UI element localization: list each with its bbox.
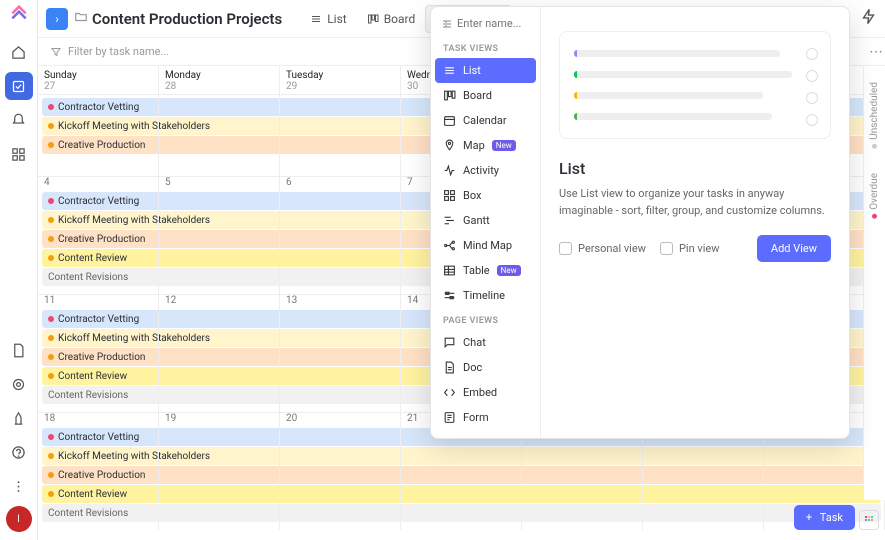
- side-tab-unscheduled[interactable]: Unscheduled: [869, 82, 880, 149]
- view-option-map[interactable]: MapNew: [435, 133, 536, 158]
- preview-title: List: [559, 159, 831, 178]
- view-option-calendar[interactable]: Calendar: [435, 108, 536, 133]
- help-icon[interactable]: [5, 438, 33, 466]
- new-task-button[interactable]: + Task: [794, 505, 855, 530]
- goals-icon[interactable]: [5, 404, 33, 432]
- pulse-icon[interactable]: [5, 370, 33, 398]
- left-rail: I: [0, 0, 38, 540]
- more-icon[interactable]: [5, 472, 33, 500]
- section-page-views: PAGE VIEWS: [435, 310, 536, 328]
- view-option-box[interactable]: Box: [435, 183, 536, 208]
- notifications-icon[interactable]: [5, 106, 33, 134]
- pin-view-checkbox[interactable]: Pin view: [660, 242, 720, 255]
- view-search-input[interactable]: [457, 17, 530, 30]
- day-header: Sunday27: [38, 66, 159, 94]
- view-option-list[interactable]: List: [435, 58, 536, 83]
- day-header: Tuesday29: [280, 66, 401, 94]
- view-options-icon[interactable]: ⋯: [869, 44, 883, 60]
- sidebar-toggle[interactable]: ›: [46, 8, 68, 30]
- view-option-doc[interactable]: Doc: [435, 355, 536, 380]
- filter-placeholder: Filter by task name...: [68, 45, 169, 58]
- side-tabs: Unscheduled Overdue: [863, 66, 885, 500]
- dashboards-icon[interactable]: [5, 140, 33, 168]
- home-icon[interactable]: [5, 38, 33, 66]
- tasks-icon[interactable]: [5, 72, 33, 100]
- docs-icon[interactable]: [5, 336, 33, 364]
- app-logo[interactable]: [8, 4, 30, 26]
- tab-board[interactable]: Board: [357, 6, 426, 32]
- page-title: Content Production Projects: [92, 10, 282, 28]
- view-option-form[interactable]: Form: [435, 405, 536, 430]
- app-grid-icon[interactable]: [859, 510, 879, 530]
- side-tab-overdue[interactable]: Overdue: [869, 173, 880, 219]
- view-option-table[interactable]: TableNew: [435, 258, 536, 283]
- add-view-popup: TASK VIEWS ListBoardCalendarMapNewActivi…: [430, 6, 850, 439]
- folder-icon: [74, 9, 88, 28]
- view-option-mind-map[interactable]: Mind Map: [435, 233, 536, 258]
- view-option-activity[interactable]: Activity: [435, 158, 536, 183]
- quick-action-icon[interactable]: [860, 8, 877, 29]
- view-search[interactable]: [435, 15, 536, 36]
- view-option-chat[interactable]: Chat: [435, 330, 536, 355]
- view-option-gantt[interactable]: Gantt: [435, 208, 536, 233]
- view-option-board[interactable]: Board: [435, 83, 536, 108]
- personal-view-checkbox[interactable]: Personal view: [559, 242, 646, 255]
- view-option-embed[interactable]: Embed: [435, 380, 536, 405]
- view-option-timeline[interactable]: Timeline: [435, 283, 536, 308]
- view-preview: [559, 31, 831, 139]
- add-view-button[interactable]: Add View: [757, 235, 831, 262]
- tab-list[interactable]: List: [300, 6, 357, 32]
- day-header: Monday28: [159, 66, 280, 94]
- avatar[interactable]: I: [6, 506, 32, 532]
- preview-desc: Use List view to organize your tasks in …: [559, 186, 831, 219]
- section-task-views: TASK VIEWS: [435, 38, 536, 56]
